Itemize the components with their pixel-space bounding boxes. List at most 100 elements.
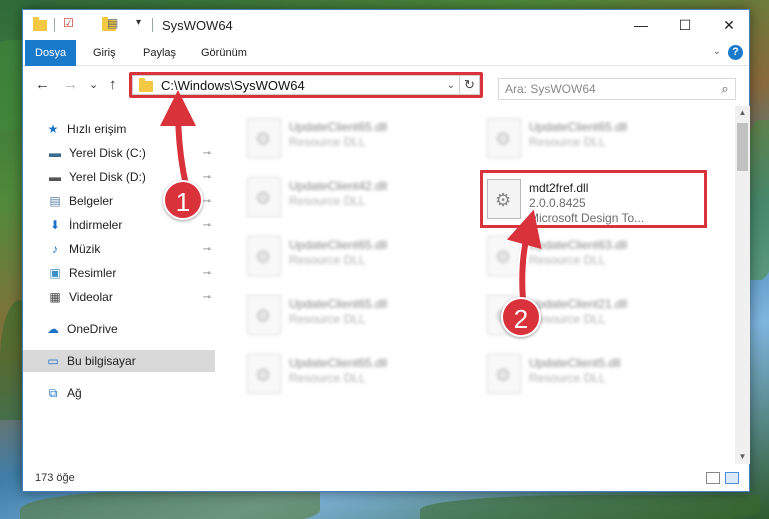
sidebar-item-label: Bu bilgisayar	[67, 354, 136, 368]
file-highlight-box	[480, 170, 707, 228]
dll-file-icon	[487, 236, 521, 276]
file-name: UpdateClient21.dll	[529, 297, 628, 311]
details-view-icon[interactable]	[706, 472, 720, 484]
videos-icon: ▦	[49, 290, 61, 304]
forward-button[interactable]: →	[63, 76, 78, 93]
file-name: UpdateClient65.dll	[289, 238, 388, 252]
tiles-view-icon[interactable]	[725, 472, 739, 484]
pin-icon[interactable]: ⊸	[203, 244, 211, 255]
explorer-window: ☑ ▤ ▾ SysWOW64 — ☐ ✕ Dosya Giriş Paylaş …	[22, 9, 750, 492]
documents-icon: ▤	[49, 194, 61, 208]
divider	[152, 18, 153, 32]
ribbon-tabs: Dosya Giriş Paylaş Görünüm ⌄ ?	[23, 40, 749, 66]
file-name: UpdateClient42.dll	[289, 179, 388, 193]
callout-step-2: 2	[501, 297, 541, 337]
quick-access-dropdown-icon[interactable]: ▾	[136, 17, 141, 33]
pin-icon[interactable]: ⊸	[203, 220, 211, 231]
callout-step-1: 1	[163, 180, 203, 220]
scroll-thumb[interactable]	[737, 123, 748, 171]
music-icon: ♪	[52, 242, 58, 256]
sidebar-item[interactable]: ▦ Videolar ⊸	[23, 286, 215, 308]
file-tile[interactable]: UpdateClient42.dllResource DLL	[241, 173, 466, 229]
dll-file-icon	[487, 118, 521, 158]
minimize-button[interactable]: —	[619, 10, 663, 40]
sidebar-item-label: Yerel Disk (D:)	[69, 170, 146, 184]
file-type: Resource DLL	[289, 135, 366, 149]
tab-view[interactable]: Görünüm	[191, 40, 257, 66]
pin-icon[interactable]: ⊸	[203, 292, 211, 303]
recent-locations-button[interactable]: ⌄	[89, 78, 98, 91]
drive-icon: ▬	[49, 170, 61, 184]
navigation-bar: ← → ⌄ ↑ C:\Windows\SysWOW64 ⌄ ↻ Ara: Sys…	[23, 67, 749, 105]
file-type: Resource DLL	[289, 312, 366, 326]
sidebar-item[interactable]: ♪ Müzik ⊸	[23, 238, 215, 260]
sidebar-item-label: Resimler	[69, 266, 117, 280]
sidebar-item-label: Videolar	[69, 290, 113, 304]
file-name: UpdateClient65.dll	[289, 356, 388, 370]
sidebar-item[interactable]: ⧉ Ağ	[23, 382, 215, 404]
scroll-up-icon[interactable]: ▲	[735, 106, 750, 120]
sidebar-item[interactable]: ☁ OneDrive	[23, 318, 215, 340]
drive-icon: ▬	[49, 146, 61, 160]
pin-icon[interactable]: ⊸	[203, 148, 211, 159]
tab-share[interactable]: Paylaş	[133, 40, 186, 66]
properties-icon[interactable]: ☑	[63, 16, 74, 32]
pin-icon[interactable]: ⊸	[203, 196, 211, 207]
maximize-button[interactable]: ☐	[663, 10, 707, 40]
scroll-down-icon[interactable]: ▼	[735, 450, 750, 464]
file-tile[interactable]: UpdateClient65.dllResource DLL	[241, 350, 466, 406]
sidebar-item[interactable]: ★ Hızlı erişim	[23, 118, 215, 140]
download-icon: ⬇	[49, 218, 61, 232]
sidebar-item[interactable]: ▭ Bu bilgisayar	[23, 350, 215, 372]
sidebar-item-label: Belgeler	[69, 194, 114, 208]
search-box[interactable]: Ara: SysWOW64 ⌕	[498, 78, 736, 100]
file-tile[interactable]: UpdateClient63.dllResource DLL	[481, 232, 706, 288]
file-type: Resource DLL	[289, 253, 366, 267]
tab-file[interactable]: Dosya	[25, 40, 77, 66]
file-type: Resource DLL	[289, 194, 366, 208]
file-name: UpdateClient63.dll	[529, 238, 628, 252]
file-name: UpdateClient65.dll	[289, 120, 388, 134]
file-tile[interactable]: UpdateClient65.dllResource DLL	[241, 114, 466, 170]
sidebar-item-label: OneDrive	[67, 322, 118, 336]
sidebar-item[interactable]: ▬ Yerel Disk (C:) ⊸	[23, 142, 215, 164]
file-tile[interactable]: UpdateClient65.dllResource DLL	[481, 114, 706, 170]
file-name: UpdateClient65.dll	[529, 120, 628, 134]
address-highlight-box	[129, 72, 483, 98]
sidebar-item-label: Yerel Disk (C:)	[69, 146, 146, 160]
ribbon-collapse-icon[interactable]: ⌄	[713, 46, 721, 57]
search-input[interactable]: Ara: SysWOW64	[499, 82, 715, 96]
sidebar-item-label: Ağ	[67, 386, 82, 400]
dll-file-icon	[247, 118, 281, 158]
customize-icon[interactable]: ▤	[107, 16, 118, 32]
pin-icon[interactable]: ⊸	[203, 172, 211, 183]
tab-home[interactable]: Giriş	[83, 40, 126, 66]
cloud-icon: ☁	[47, 322, 59, 336]
pictures-icon: ▣	[49, 266, 61, 280]
vertical-scrollbar[interactable]: ▲ ▼	[735, 106, 750, 464]
dll-file-icon	[247, 236, 281, 276]
file-tile[interactable]: UpdateClient5.dllResource DLL	[481, 350, 706, 406]
dll-file-icon	[247, 295, 281, 335]
close-button[interactable]: ✕	[707, 10, 751, 40]
file-type: Resource DLL	[529, 135, 606, 149]
dll-file-icon	[247, 354, 281, 394]
file-tile[interactable]: UpdateClient65.dllResource DLL	[241, 232, 466, 288]
star-icon: ★	[47, 122, 59, 136]
network-icon: ⧉	[48, 385, 58, 400]
file-list: UpdateClient65.dllResource DLLUpdateClie…	[223, 106, 733, 462]
sidebar-item[interactable]: ▣ Resimler ⊸	[23, 262, 215, 284]
file-name: UpdateClient5.dll	[529, 356, 621, 370]
up-button[interactable]: ↑	[109, 76, 117, 93]
back-button[interactable]: ←	[35, 76, 50, 93]
pin-icon[interactable]: ⊸	[203, 268, 211, 279]
file-tile[interactable]: UpdateClient65.dllResource DLL	[241, 291, 466, 347]
item-count: 173 öğe	[35, 472, 75, 484]
search-icon[interactable]: ⌕	[715, 81, 735, 97]
sidebar-item-label: İndirmeler	[69, 218, 123, 232]
help-icon[interactable]: ?	[728, 45, 743, 60]
file-name: UpdateClient65.dll	[289, 297, 388, 311]
dll-file-icon	[487, 354, 521, 394]
sidebar-item-label: Müzik	[69, 242, 101, 256]
divider	[54, 18, 55, 32]
